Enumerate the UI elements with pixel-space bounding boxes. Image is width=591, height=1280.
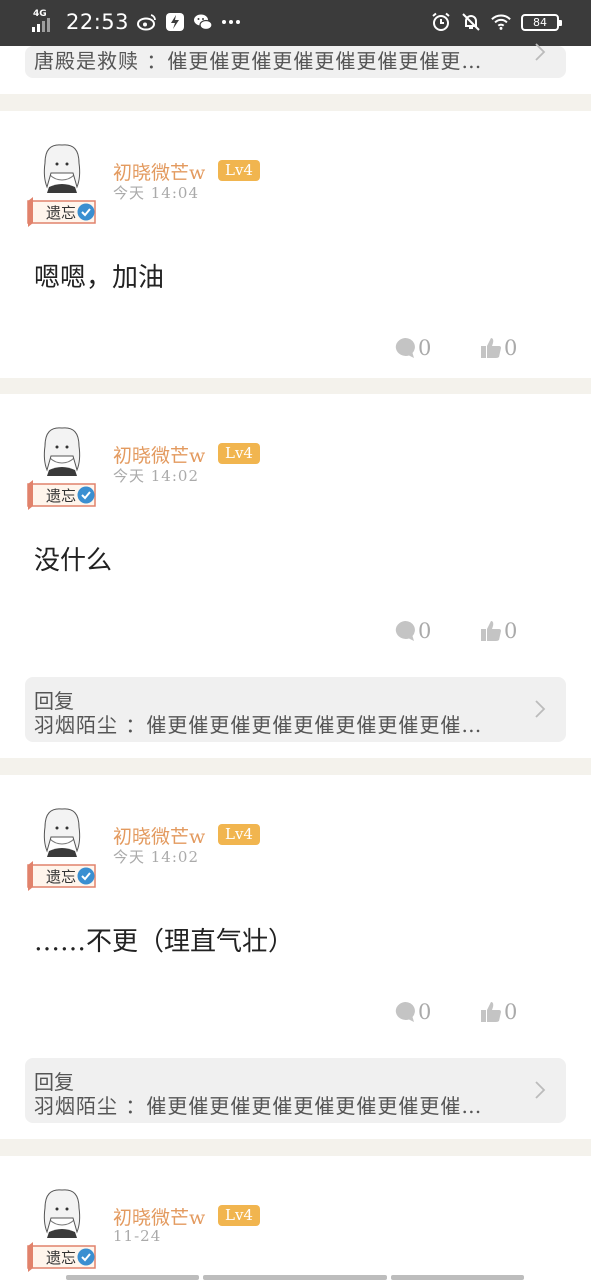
thumbs-up-icon [481,1002,501,1022]
user-badge-label: 遗忘 [46,1249,77,1267]
reply-count: 0 [418,1000,432,1024]
status-bar: 4G 22:53 84 [0,0,591,46]
reply-button[interactable]: 0 [394,1000,431,1024]
reply-count: 0 [418,619,432,643]
comment-card: 遗忘 初晓微芒w Lv4 今天 14:02 没什么 0 0 回复 羽烟陌尘 ：催… [0,394,591,758]
comment-content[interactable]: 没什么 [34,540,112,577]
comment-icon [395,1001,415,1022]
like-count: 0 [504,336,518,360]
comment-icon [395,620,415,641]
reply-button[interactable]: 0 [394,336,431,360]
flash-app-icon [166,13,185,31]
comment-time: 今天 14:02 [113,467,199,485]
scroll-indicator [66,1275,524,1280]
reply-preview-text: 唐殿是救赎 ：催更催更催更催更催更催更催更… [34,49,483,73]
comment-content[interactable]: ……不更（理直气壮） [34,921,294,958]
chevron-right-icon [535,1081,546,1099]
comment-time: 今天 14:04 [113,184,199,202]
level-badge: Lv4 [218,160,260,181]
comment-content[interactable]: 嗯嗯，加油 [34,257,164,294]
reply-button[interactable]: 0 [394,619,431,643]
verified-icon [77,867,95,885]
like-count: 0 [504,1000,518,1024]
like-button[interactable]: 0 [480,336,517,360]
like-count: 0 [504,619,518,643]
verified-icon [77,1248,95,1266]
like-button[interactable]: 0 [480,1000,517,1024]
thumbs-up-icon [481,621,501,641]
mute-bell-icon [462,13,480,31]
level-badge: Lv4 [218,1205,260,1226]
user-badge-label: 遗忘 [46,868,77,886]
weibo-icon [137,14,156,31]
comment-time: 11-24 [113,1227,162,1245]
reply-preview-text: 羽烟陌尘 ：催更催更催更催更催更催更催更催… [34,713,483,737]
wifi-icon [491,14,511,30]
clock: 22:53 [66,10,130,34]
verified-icon [77,486,95,504]
comment-card: 遗忘 初晓微芒w Lv4 今天 14:02 ……不更（理直气壮） 0 0 回复 … [0,775,591,1139]
more-icon [222,20,241,24]
comment-card: 遗忘 初晓微芒w Lv4 今天 14:04 嗯嗯，加油 0 0 [0,111,591,378]
signal-icon: 4G [32,10,58,34]
wechat-icon [194,14,213,31]
alarm-icon [432,12,450,31]
reply-count: 0 [418,336,432,360]
reply-preview-text: 羽烟陌尘 ：催更催更催更催更催更催更催更催… [34,1094,483,1118]
username[interactable]: 初晓微芒w [113,822,205,849]
user-badge-label: 遗忘 [46,204,77,222]
reply-preview[interactable]: 回复 羽烟陌尘 ：催更催更催更催更催更催更催更催… [25,677,566,742]
username[interactable]: 初晓微芒w [113,1203,205,1230]
reply-preview[interactable]: 唐殿是救赎 ：催更催更催更催更催更催更催更… [25,43,566,78]
reply-preview[interactable]: 回复 羽烟陌尘 ：催更催更催更催更催更催更催更催… [25,1058,566,1123]
comment-icon [395,337,415,358]
user-badge-label: 遗忘 [46,487,77,505]
username[interactable]: 初晓微芒w [113,441,205,468]
battery-icon: 84 [521,13,562,31]
comment-card: 遗忘 初晓微芒w Lv4 11-24 [0,1156,591,1280]
chevron-right-icon [535,43,546,61]
like-button[interactable]: 0 [480,619,517,643]
thumbs-up-icon [481,338,501,358]
comment-time: 今天 14:02 [113,848,199,866]
level-badge: Lv4 [218,443,260,464]
username[interactable]: 初晓微芒w [113,158,205,185]
verified-icon [77,203,95,221]
level-badge: Lv4 [218,824,260,845]
chevron-right-icon [535,700,546,718]
